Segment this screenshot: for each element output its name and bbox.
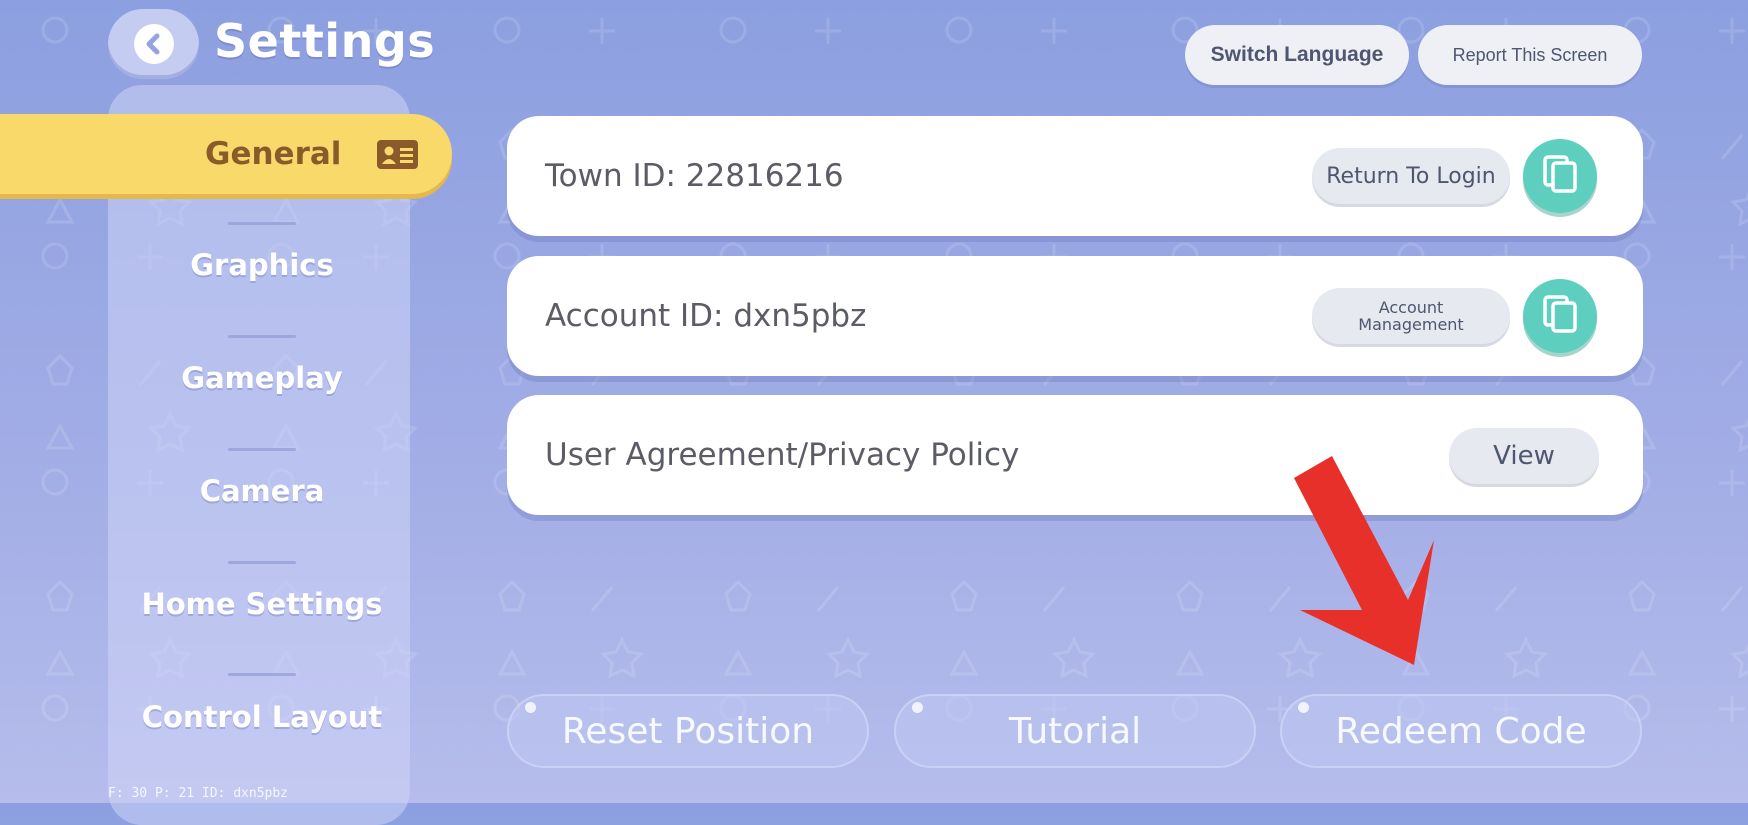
- sidebar-divider: [228, 335, 296, 338]
- sidebar-divider: [228, 673, 296, 676]
- view-policy-button[interactable]: View: [1449, 428, 1599, 484]
- tutorial-button[interactable]: Tutorial: [894, 694, 1256, 768]
- sidebar-divider: [228, 448, 296, 451]
- tutorial-label: Tutorial: [1008, 710, 1142, 752]
- debug-info: F: 30 P: 21 ID: dxn5pbz: [108, 786, 289, 801]
- account-management-button[interactable]: Account Management: [1312, 288, 1510, 344]
- sidebar-divider: [228, 561, 296, 564]
- town-id-card: Town ID: 22816216 Return To Login: [507, 116, 1643, 236]
- account-id-card: Account ID: dxn5pbz Account Management: [507, 256, 1643, 376]
- town-id-text: Town ID: 22816216: [545, 158, 844, 194]
- copy-icon: [1542, 294, 1578, 338]
- sidebar-item-camera[interactable]: Camera: [108, 474, 416, 508]
- account-management-label-line2: Management: [1358, 315, 1464, 334]
- sidebar-item-control-layout[interactable]: Control Layout: [108, 700, 416, 734]
- return-to-login-button[interactable]: Return To Login: [1312, 148, 1510, 204]
- account-management-label-line1: Account: [1378, 298, 1444, 317]
- button-highlight-dot: [912, 702, 923, 713]
- reset-position-button[interactable]: Reset Position: [507, 694, 869, 768]
- sidebar-item-graphics[interactable]: Graphics: [108, 248, 416, 282]
- page-title: Settings: [214, 14, 436, 68]
- copy-icon: [1542, 154, 1578, 198]
- sidebar-item-label: General: [205, 136, 342, 172]
- button-highlight-dot: [1298, 702, 1309, 713]
- sidebar-item-gameplay[interactable]: Gameplay: [108, 361, 416, 395]
- sidebar-item-home-settings[interactable]: Home Settings: [108, 587, 416, 621]
- back-button[interactable]: [108, 9, 199, 79]
- button-highlight-dot: [525, 702, 536, 713]
- red-arrow-annotation: [1294, 456, 1434, 665]
- redeem-code-label: Redeem Code: [1335, 710, 1587, 752]
- account-id-text: Account ID: dxn5pbz: [545, 298, 867, 334]
- reset-position-label: Reset Position: [561, 710, 815, 752]
- sidebar-divider: [228, 222, 296, 225]
- chevron-left-icon: [133, 24, 174, 64]
- redeem-code-button[interactable]: Redeem Code: [1280, 694, 1642, 768]
- switch-language-button[interactable]: Switch Language: [1185, 25, 1409, 85]
- policy-card: User Agreement/Privacy Policy View: [507, 395, 1643, 515]
- report-screen-button[interactable]: Report This Screen: [1418, 25, 1642, 85]
- copy-account-id-button[interactable]: [1523, 279, 1597, 353]
- policy-text: User Agreement/Privacy Policy: [545, 437, 1020, 473]
- id-card-icon: [377, 140, 418, 169]
- sidebar-item-general[interactable]: General: [0, 114, 452, 194]
- copy-town-id-button[interactable]: [1523, 139, 1597, 213]
